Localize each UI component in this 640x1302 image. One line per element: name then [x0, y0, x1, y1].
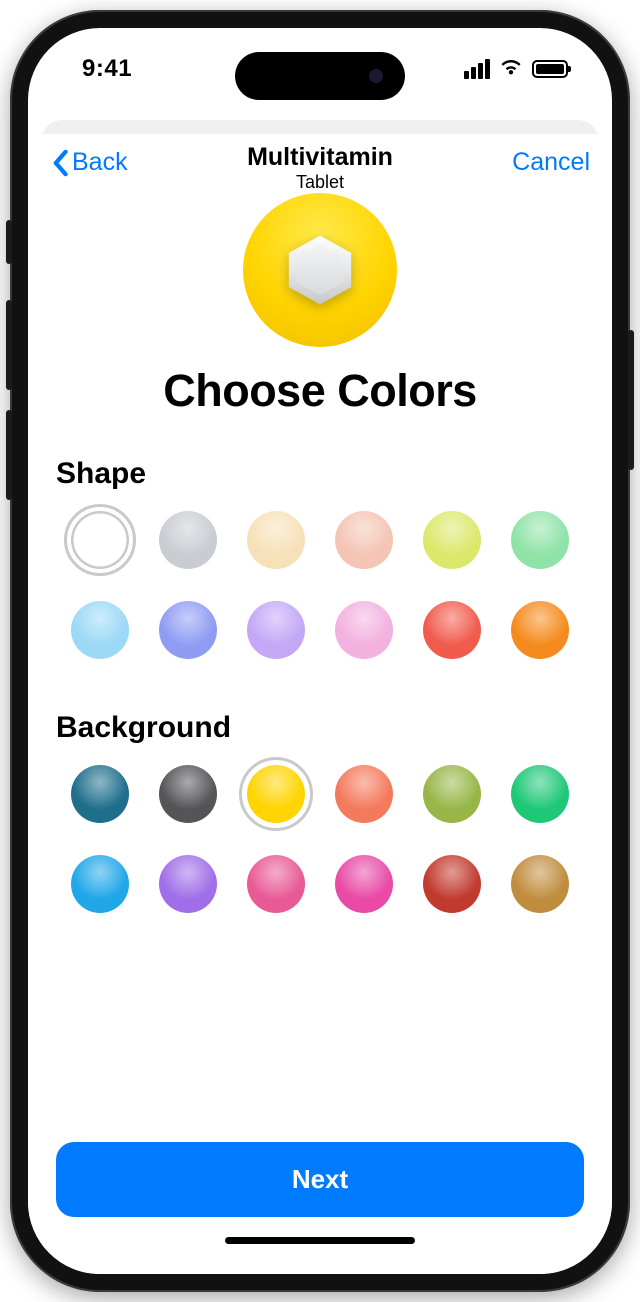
shape-swatch-mint[interactable] [511, 511, 569, 569]
shape-swatch-red[interactable] [423, 601, 481, 659]
shape-swatch-cream[interactable] [247, 511, 305, 569]
chevron-left-icon [50, 149, 70, 177]
background-swatch-charcoal[interactable] [159, 765, 217, 823]
shape-swatch-peach[interactable] [335, 511, 393, 569]
cellular-icon [464, 59, 490, 79]
shape-swatch-silver[interactable] [159, 511, 217, 569]
content: Choose Colors Shape Background Next [28, 187, 612, 1274]
background-swatch-teal[interactable] [71, 765, 129, 823]
mute-switch [6, 220, 12, 264]
screen: 9:41 Back Multivitamin Tablet [28, 28, 612, 1274]
shape-swatch-grid [56, 511, 584, 659]
background-swatch-green[interactable] [511, 765, 569, 823]
cancel-button[interactable]: Cancel [512, 148, 590, 177]
shape-swatch-sky[interactable] [71, 601, 129, 659]
shape-section-label: Shape [56, 457, 584, 491]
background-section-label: Background [56, 711, 584, 745]
medication-preview [56, 193, 584, 347]
shape-swatch-periwinkle[interactable] [159, 601, 217, 659]
nav-bar: Back Multivitamin Tablet Cancel [28, 134, 612, 187]
shape-swatch-white[interactable] [71, 511, 129, 569]
shape-swatch-lavender[interactable] [247, 601, 305, 659]
background-swatch-grid [56, 765, 584, 913]
status-icons [464, 57, 568, 82]
background-swatch-rose[interactable] [247, 855, 305, 913]
page-heading: Choose Colors [56, 365, 584, 417]
home-indicator [225, 1237, 415, 1244]
background-swatch-bronze[interactable] [511, 855, 569, 913]
background-swatch-yellow[interactable] [247, 765, 305, 823]
spacer [56, 953, 584, 1142]
background-swatch-purple[interactable] [159, 855, 217, 913]
back-label: Back [72, 148, 128, 177]
back-button[interactable]: Back [50, 148, 128, 177]
power-button [628, 330, 634, 470]
battery-icon [532, 60, 568, 78]
volume-down [6, 410, 12, 500]
shape-swatch-orange[interactable] [511, 601, 569, 659]
wifi-icon [498, 57, 524, 82]
shape-swatch-pink[interactable] [335, 601, 393, 659]
shape-swatch-lime[interactable] [423, 511, 481, 569]
volume-up [6, 300, 12, 390]
status-time: 9:41 [82, 55, 132, 83]
device-frame: 9:41 Back Multivitamin Tablet [10, 10, 630, 1292]
background-swatch-blue[interactable] [71, 855, 129, 913]
preview-background [243, 193, 397, 347]
background-swatch-magenta[interactable] [335, 855, 393, 913]
tablet-hexagon-icon [281, 231, 359, 309]
background-swatch-coral[interactable] [335, 765, 393, 823]
background-swatch-olive[interactable] [423, 765, 481, 823]
next-button[interactable]: Next [56, 1142, 584, 1217]
modal-sheet: Back Multivitamin Tablet Cancel [28, 134, 612, 1274]
background-swatch-crimson[interactable] [423, 855, 481, 913]
dynamic-island [235, 52, 405, 100]
